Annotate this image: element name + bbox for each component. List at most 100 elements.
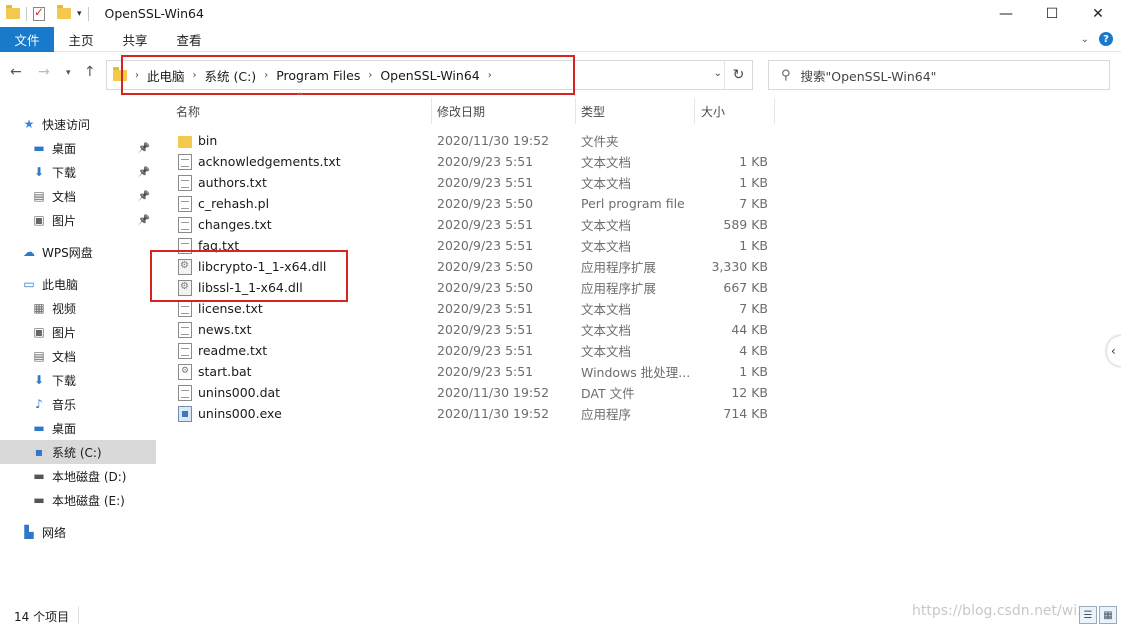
file-name-cell: c_rehash.pl <box>178 193 269 214</box>
drive-icon: ▬ <box>33 469 45 483</box>
column-divider[interactable] <box>694 98 695 124</box>
column-divider[interactable] <box>575 98 576 124</box>
txt-file-icon <box>178 216 192 233</box>
sidebar-item[interactable]: ⬇ 下载 <box>0 368 156 392</box>
refresh-icon[interactable]: ↻ <box>724 61 752 89</box>
sidebar-item[interactable]: ▬ 本地磁盘 (D:) <box>0 464 156 488</box>
file-row[interactable]: license.txt 2020/9/23 5:51 文本文档 7 KB <box>170 298 774 319</box>
sidebar-item[interactable]: ▭ 此电脑 <box>0 272 156 296</box>
sidebar-item[interactable]: ▦ 视频 <box>0 296 156 320</box>
file-row[interactable]: readme.txt 2020/9/23 5:51 文本文档 4 KB <box>170 340 774 361</box>
file-row[interactable]: faq.txt 2020/9/23 5:51 文本文档 1 KB <box>170 235 774 256</box>
details-view-icon[interactable]: ☰ <box>1079 606 1097 624</box>
music-icon: ♪ <box>35 397 43 411</box>
file-row[interactable]: bin 2020/11/30 19:52 文件夹 <box>170 130 774 151</box>
back-arrow-icon[interactable]: ← <box>10 64 22 80</box>
sidebar-item[interactable]: ▙ 网络 <box>0 520 156 544</box>
sidebar-item[interactable]: ▬ 本地磁盘 (E:) <box>0 488 156 512</box>
breadcrumb-program-files[interactable]: Program Files <box>276 68 360 83</box>
chevron-right-icon[interactable]: › <box>193 70 197 81</box>
file-row[interactable]: unins000.dat 2020/11/30 19:52 DAT 文件 12 KB <box>170 382 774 403</box>
file-row[interactable]: start.bat 2020/9/23 5:51 Windows 批处理... 1 K… <box>170 361 774 382</box>
sidebar-item[interactable]: ☁ WPS网盘 <box>0 240 156 264</box>
chevron-right-icon[interactable]: › <box>135 70 139 81</box>
column-divider[interactable] <box>774 98 775 124</box>
properties-icon[interactable] <box>33 5 45 21</box>
sidebar-item-label: 系统 (C:) <box>52 445 102 460</box>
tab-home[interactable]: 主页 <box>54 27 108 52</box>
item-count: 14 个项目 <box>14 610 70 624</box>
file-name: libssl-1_1-x64.dll <box>198 280 303 295</box>
column-header-type[interactable]: 类型 <box>581 98 605 124</box>
breadcrumb-openssl-win64[interactable]: OpenSSL-Win64 <box>380 68 479 83</box>
expand-ribbon-icon[interactable]: ⌄ <box>1081 34 1089 45</box>
help-icon[interactable]: ? <box>1099 32 1113 46</box>
file-date: 2020/9/23 5:51 <box>437 238 534 253</box>
sidebar-item[interactable]: ▪ 系统 (C:) <box>0 440 156 464</box>
sidebar-item[interactable]: ⬇ 下载 📌 <box>0 160 156 184</box>
sidebar-item-label: 快速访问 <box>42 117 91 132</box>
tab-file[interactable]: 文件 <box>0 26 54 52</box>
file-row[interactable]: acknowledgements.txt 2020/9/23 5:51 文本文档 1 … <box>170 151 774 172</box>
computer-icon: ▭ <box>23 277 35 291</box>
close-button[interactable]: ✕ <box>1075 0 1121 27</box>
minimize-button[interactable]: — <box>983 0 1029 27</box>
file-row[interactable]: libssl-1_1-x64.dll 2020/9/23 5:50 应用程序扩展 66… <box>170 277 774 298</box>
chevron-right-icon[interactable]: › <box>488 70 492 81</box>
tab-view[interactable]: 查看 <box>162 27 216 52</box>
folder-icon <box>6 5 20 19</box>
file-type: 应用程序扩展 <box>581 260 657 275</box>
file-row[interactable]: c_rehash.pl 2020/9/23 5:50 Perl program fi… <box>170 193 774 214</box>
file-name: acknowledgements.txt <box>198 154 341 169</box>
sidebar-item[interactable]: ▤ 文档 📌 <box>0 184 156 208</box>
download-icon: ⬇ <box>33 373 45 387</box>
pin-icon[interactable]: 📌 <box>138 143 150 154</box>
large-icons-view-icon[interactable]: ▦ <box>1099 606 1117 624</box>
sidebar-item[interactable]: ▬ 桌面 📌 <box>0 136 156 160</box>
column-header-size[interactable]: 大小 <box>701 98 725 124</box>
download-icon: ⬇ <box>33 165 45 179</box>
file-row[interactable]: libcrypto-1_1-x64.dll 2020/9/23 5:50 应用程序扩… <box>170 256 774 277</box>
sidebar-item[interactable]: ♪ 音乐 <box>0 392 156 416</box>
file-type: Windows 批处理... <box>581 365 691 380</box>
sidebar-item[interactable]: ▤ 文档 <box>0 344 156 368</box>
sidebar-item[interactable]: ▣ 图片 📌 <box>0 208 156 232</box>
column-divider[interactable] <box>431 98 432 124</box>
maximize-button[interactable]: ☐ <box>1029 0 1075 27</box>
search-placeholder: 搜索"OpenSSL-Win64" <box>800 68 937 84</box>
forward-arrow-icon[interactable]: → <box>38 64 50 80</box>
sidebar-item[interactable]: ▣ 图片 <box>0 320 156 344</box>
address-bar[interactable]: › 此电脑 › 系统 (C:) › Program Files › OpenSS… <box>106 60 753 90</box>
customize-toolbar-dropdown-icon[interactable]: ▾ <box>77 9 82 19</box>
sidebar-item-label: 下载 <box>52 373 77 388</box>
pin-icon[interactable]: 📌 <box>138 191 150 202</box>
sidebar-item[interactable]: ▬ 桌面 <box>0 416 156 440</box>
pin-icon[interactable]: 📌 <box>138 215 150 226</box>
breadcrumb-this-pc[interactable]: 此电脑 <box>147 66 185 85</box>
file-row[interactable]: unins000.exe 2020/11/30 19:52 应用程序 714 KB <box>170 403 774 424</box>
up-arrow-icon[interactable]: ↑ <box>84 64 96 80</box>
breadcrumb-system-c[interactable]: 系统 (C:) <box>205 66 257 85</box>
sidebar-item[interactable]: ★ 快速访问 <box>0 112 156 136</box>
search-input[interactable]: ⚲ 搜索"OpenSSL-Win64" <box>768 60 1110 90</box>
file-type: 应用程序 <box>581 407 632 422</box>
file-name-cell: authors.txt <box>178 172 267 193</box>
chevron-right-icon[interactable]: › <box>264 70 268 81</box>
recent-locations-icon[interactable]: ▾ <box>66 68 71 78</box>
sidebar-item-label: 此电脑 <box>42 277 79 292</box>
collapse-panel-chevron-icon[interactable]: ‹ <box>1107 336 1121 366</box>
column-header-date[interactable]: 修改日期 <box>437 98 485 124</box>
tab-share[interactable]: 共享 <box>108 27 162 52</box>
sidebar-item-label: 音乐 <box>52 397 77 412</box>
file-row[interactable]: news.txt 2020/9/23 5:51 文本文档 44 KB <box>170 319 774 340</box>
file-row[interactable]: authors.txt 2020/9/23 5:51 文本文档 1 KB <box>170 172 774 193</box>
file-type: 文本文档 <box>581 239 632 254</box>
pin-icon[interactable]: 📌 <box>138 167 150 178</box>
chevron-right-icon[interactable]: › <box>368 70 372 81</box>
new-folder-icon[interactable] <box>57 5 71 19</box>
navigation-pane: ★ 快速访问 ▬ 桌面 📌 ⬇ 下载 📌 ▤ 文档 📌 ▣ 图片 📌 ☁ WPS网盘 ▭ 此电脑 ▦ 视频 ▣ 图片 ▤ 文档… <box>0 108 156 598</box>
column-header-name[interactable]: 名称 <box>176 98 200 124</box>
address-history-dropdown-icon[interactable]: ⌄ <box>714 68 722 79</box>
file-row[interactable]: changes.txt 2020/9/23 5:51 文本文档 589 KB <box>170 214 774 235</box>
file-size: 1 KB <box>739 154 768 169</box>
